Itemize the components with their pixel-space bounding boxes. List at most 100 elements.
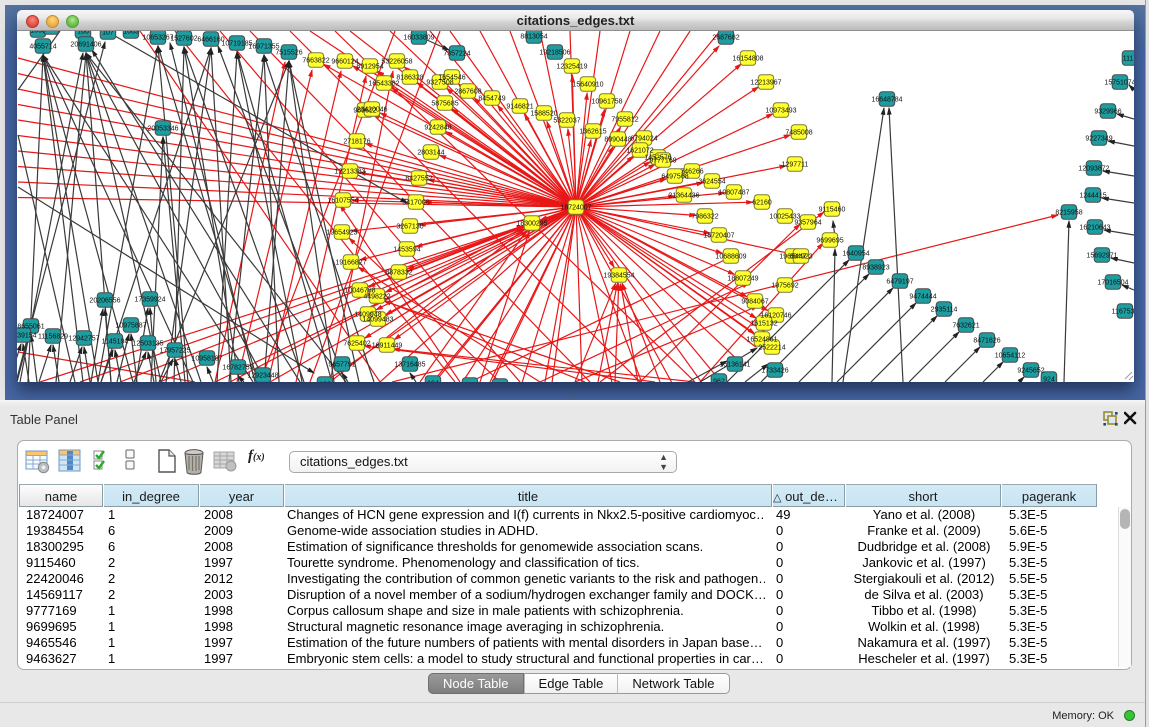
svg-text:9417006: 9417006 [402,200,429,207]
svg-text:16648784: 16648784 [871,97,902,104]
svg-text:4055714: 4055714 [29,44,56,51]
svg-text:1640954: 1640954 [842,251,869,258]
svg-text:16524861: 16524861 [746,337,777,344]
svg-text:7485008: 7485008 [785,130,812,137]
svg-text:19218506: 19218506 [539,50,570,57]
svg-text:166: 166 [77,31,89,36]
svg-text:20206556: 20206556 [89,298,120,305]
svg-text:12503135: 12503135 [132,341,163,348]
svg-text:12923448: 12923448 [247,373,278,380]
svg-text:6794024: 6794024 [630,136,657,143]
svg-text:2639154: 2639154 [17,333,37,340]
svg-text:962: 962 [713,379,725,383]
svg-text:7663822: 7663822 [302,58,329,65]
svg-text:11156829: 11156829 [38,334,68,341]
svg-text:12213967: 12213967 [750,80,781,87]
svg-text:19166827: 19166827 [335,260,366,267]
svg-text:1663: 1663 [123,31,139,36]
svg-text:15136141: 15136141 [719,362,750,369]
svg-text:13716485: 13716485 [394,362,425,369]
svg-text:8813054: 8813054 [520,34,547,41]
svg-text:20053346: 20053346 [147,126,178,133]
svg-text:7955812: 7955812 [611,117,638,124]
svg-text:1297711: 1297711 [782,162,809,169]
svg-text:7357224: 7357224 [443,51,470,58]
svg-text:2803144: 2803144 [417,150,444,157]
svg-text:9242848: 9242848 [424,125,451,132]
svg-text:8454749: 8454749 [478,96,505,103]
svg-text:9474444: 9474444 [909,294,936,301]
svg-text:16033809: 16033809 [403,35,434,42]
svg-text:6479197: 6479197 [886,279,913,286]
svg-text:8878332: 8878332 [385,270,412,277]
svg-text:1615132: 1615132 [750,321,777,328]
svg-text:16120746: 16120746 [760,313,791,320]
svg-text:2867608: 2867608 [454,89,481,96]
svg-text:16107554: 16107554 [327,198,358,205]
svg-text:2935114: 2935114 [931,307,958,314]
svg-text:23420046: 23420046 [356,107,387,114]
svg-text:9146821: 9146821 [506,104,533,111]
svg-text:12942757: 12942757 [68,336,99,343]
svg-text:10973493: 10973493 [765,108,796,115]
svg-text:9329966: 9329966 [1094,109,1121,116]
svg-text:16911449: 16911449 [372,343,403,350]
svg-text:8938923: 8938923 [862,265,889,272]
svg-text:14099483: 14099483 [362,317,393,324]
svg-text:1145194: 1145194 [102,339,129,346]
svg-text:7632621: 7632621 [952,323,979,330]
svg-text:1117: 1117 [1123,56,1134,63]
svg-text:12213383: 12213383 [334,169,365,176]
svg-text:10688609: 10688609 [715,254,746,261]
svg-text:19654923: 19654923 [326,230,357,237]
svg-text:4498222: 4498222 [363,294,390,301]
svg-text:1975692: 1975692 [771,283,798,290]
svg-text:16154808: 16154808 [732,56,763,63]
svg-text:107: 107 [102,31,114,37]
svg-text:10975887: 10975887 [115,323,146,330]
svg-text:15640910: 15640910 [572,82,603,89]
svg-text:15720407: 15720407 [703,233,734,240]
svg-text:9777169: 9777169 [649,158,676,165]
svg-text:15692971: 15692971 [1086,253,1117,260]
svg-text:209: 209 [45,31,57,32]
svg-text:10961758: 10961758 [591,99,622,106]
svg-text:1167534: 1167534 [1112,309,1134,316]
svg-text:62160: 62160 [752,200,772,207]
svg-text:7986322: 7986322 [691,214,718,221]
svg-text:9699695: 9699695 [816,238,843,245]
svg-text:6497568: 6497568 [661,174,688,181]
svg-text:8990448: 8990448 [604,137,631,144]
svg-text:1654546: 1654546 [438,75,465,82]
svg-text:924: 924 [1043,377,1055,383]
svg-text:104: 104 [427,381,439,383]
svg-text:1527602: 1527602 [170,36,197,43]
svg-text:8655061: 8655061 [17,324,44,331]
svg-text:9115460: 9115460 [819,207,846,214]
svg-text:8471626: 8471626 [973,338,1000,345]
svg-text:8215958: 8215958 [1055,210,1082,217]
svg-text:192: 192 [319,382,331,383]
svg-text:20691406: 20691406 [70,42,101,49]
svg-text:7625402: 7625402 [343,341,370,348]
svg-text:884923: 884923 [789,254,812,261]
svg-text:1362615: 1362615 [579,129,606,136]
svg-text:21364436: 21364436 [668,193,699,200]
svg-text:8427552: 8427552 [405,176,432,183]
svg-text:10654112: 10654112 [995,353,1026,360]
svg-text:1663: 1663 [30,31,46,35]
svg-text:1244415: 1244415 [1079,193,1106,200]
svg-text:2687682: 2687682 [712,35,739,42]
svg-text:9357964: 9357964 [794,220,821,227]
svg-text:16210643: 16210643 [1079,225,1110,232]
svg-text:1588520: 1588520 [530,111,557,118]
svg-text:5875685: 5875685 [431,101,458,108]
svg-text:9660124: 9660124 [331,59,358,66]
svg-text:12325419: 12325419 [556,64,587,71]
svg-text:19384554: 19384554 [603,273,634,280]
svg-text:18724007: 18724007 [560,205,591,212]
svg-text:2522214: 2522214 [758,345,785,352]
svg-text:1453594: 1453594 [393,247,420,254]
svg-text:17359924: 17359924 [134,297,165,304]
svg-text:17957225: 17957225 [159,348,190,355]
